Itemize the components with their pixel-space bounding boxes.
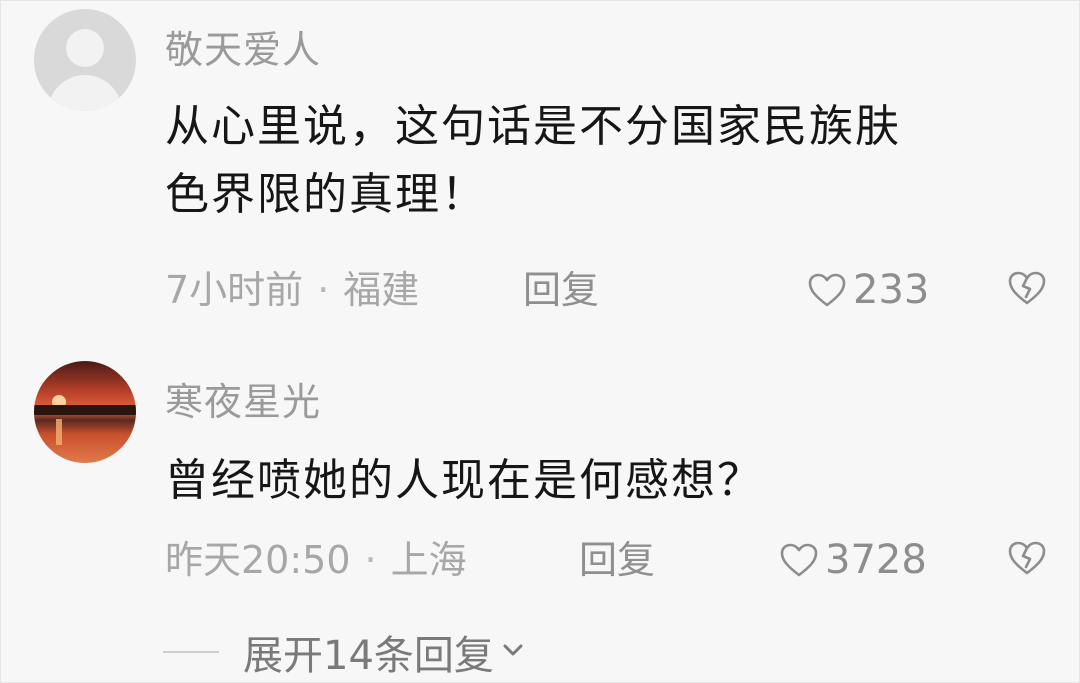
avatar[interactable] — [34, 361, 136, 463]
comment-username[interactable]: 寒夜星光 — [165, 371, 321, 426]
like-button[interactable]: 3728 — [779, 535, 927, 585]
comment-meta: 昨天20:50 · 上海 — [165, 535, 467, 585]
meta-separator: · — [364, 538, 377, 582]
comment-text: 曾经喷她的人现在是何感想？ — [165, 447, 1045, 515]
avatar-shoulders-shape — [48, 75, 122, 111]
avatar-horizon-shape — [34, 405, 136, 415]
avatar[interactable] — [34, 9, 136, 111]
comment-text-line: 色界限的真理！ — [165, 169, 487, 220]
comment-text: 从心里说，这句话是不分国家民族肤 色界限的真理！ — [165, 93, 1045, 229]
meta-separator: · — [317, 268, 330, 312]
like-button[interactable]: 233 — [807, 265, 929, 315]
comment-time: 昨天20:50 — [165, 538, 351, 582]
dislike-button[interactable] — [1005, 535, 1049, 585]
comment-text-line: 曾经喷她的人现在是何感想？ — [165, 455, 763, 506]
comment-text-line: 从心里说，这句话是不分国家民族肤 — [165, 101, 901, 152]
chevron-down-icon — [500, 640, 526, 664]
comment-time: 7小时前 — [165, 268, 304, 312]
expand-replies-button[interactable]: 展开14条回复 — [163, 627, 526, 679]
expand-replies-label: 展开14条回复 — [243, 633, 494, 679]
avatar-reflection-shape — [56, 419, 62, 445]
reply-button[interactable]: 回复 — [523, 265, 599, 315]
heart-outline-icon — [779, 542, 819, 578]
comment-location: 上海 — [390, 538, 467, 582]
broken-heart-icon — [1007, 270, 1047, 310]
like-count: 3728 — [825, 537, 927, 583]
comment-location: 福建 — [343, 268, 420, 312]
expand-divider-line — [163, 651, 219, 653]
comment-username[interactable]: 敬天爱人 — [165, 19, 321, 74]
dislike-button[interactable] — [1005, 265, 1049, 315]
comments-panel: 敬天爱人 从心里说，这句话是不分国家民族肤 色界限的真理！ 7小时前 · 福建 回复… — [0, 0, 1080, 683]
avatar-head-shape — [66, 29, 104, 67]
like-count: 233 — [853, 267, 930, 313]
heart-outline-icon — [807, 272, 847, 308]
comment-meta: 7小时前 · 福建 — [165, 265, 419, 315]
broken-heart-icon — [1007, 540, 1047, 580]
reply-button[interactable]: 回复 — [579, 535, 655, 585]
